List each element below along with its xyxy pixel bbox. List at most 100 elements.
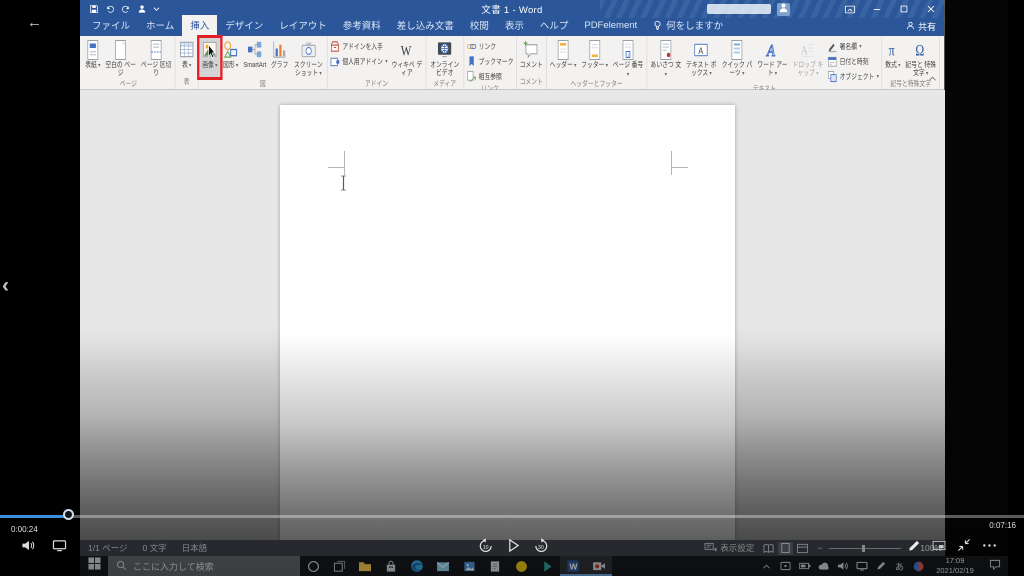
- taskbar-item-app-teal[interactable]: [534, 556, 560, 576]
- player-play-button[interactable]: [507, 538, 520, 553]
- tab-file[interactable]: ファイル: [84, 15, 138, 36]
- tab-review[interactable]: 校閲: [462, 15, 497, 36]
- ribbon-button-online-video[interactable]: オンライン ビデオ: [427, 37, 463, 78]
- ribbon-button-my-add-ins[interactable]: 個人用アドイン ▾: [330, 54, 388, 68]
- qat-save-button[interactable]: [89, 4, 99, 14]
- ribbon-button-pictures[interactable]: 画像 ▾: [197, 34, 223, 81]
- qat-account-button[interactable]: [137, 4, 147, 14]
- ribbon-button-page-break[interactable]: ページ 区切り: [138, 37, 174, 78]
- ribbon-button-footer[interactable]: フッター ▾: [579, 37, 610, 78]
- taskbar-item-recorder[interactable]: [586, 556, 612, 576]
- collapse-ribbon-button[interactable]: [928, 69, 937, 87]
- player-forward-30-button[interactable]: 30: [533, 538, 549, 553]
- ribbon-button-link[interactable]: リンク: [466, 39, 513, 53]
- tray-battery[interactable]: [795, 556, 814, 576]
- page-info[interactable]: 1/1 ページ: [88, 542, 128, 554]
- tray-onedrive[interactable]: [814, 556, 833, 576]
- tray-app-dot[interactable]: [909, 556, 928, 576]
- ribbon-button-equation[interactable]: π 数式 ▾: [883, 37, 903, 78]
- ribbon-button-drop-cap[interactable]: A ドロップ キャップ ▾: [790, 37, 826, 83]
- language-indicator[interactable]: 日本語: [182, 542, 208, 554]
- tab-references[interactable]: 参考資料: [335, 15, 389, 36]
- taskbar-item-mail[interactable]: [430, 556, 456, 576]
- player-pip-button[interactable]: [932, 540, 946, 551]
- player-timeline-knob[interactable]: [63, 509, 74, 520]
- ribbon-button-cross-reference[interactable]: 相互参照: [466, 69, 513, 83]
- share-button[interactable]: 共有: [906, 20, 936, 33]
- taskbar-item-explorer[interactable]: [352, 556, 378, 576]
- word-count[interactable]: 0 文字: [143, 542, 167, 554]
- taskbar-search-input[interactable]: ここに入力して検索: [108, 556, 300, 576]
- ribbon-button-object[interactable]: オブジェクト ▾: [827, 69, 879, 83]
- ribbon-button-greeting-line[interactable]: あいさつ 文 ▾: [648, 37, 684, 83]
- tab-tell-me[interactable]: 何をしますか: [645, 15, 731, 36]
- close-button[interactable]: [917, 0, 944, 18]
- qat-customize-toolbar-button[interactable]: [153, 6, 160, 12]
- player-shrink-button[interactable]: [957, 538, 971, 552]
- start-button[interactable]: [80, 556, 108, 576]
- ribbon-button-screenshot[interactable]: スクリーン ショット ▾: [291, 37, 327, 78]
- ribbon-button-shapes[interactable]: 図形 ▾: [220, 37, 241, 78]
- ribbon-button-page-number[interactable]: 1 ページ 番号 ▾: [610, 37, 646, 78]
- taskbar-item-app-yellow[interactable]: [508, 556, 534, 576]
- tray-tray-app[interactable]: [776, 556, 795, 576]
- taskbar-item-cortana[interactable]: [300, 556, 326, 576]
- tab-view[interactable]: 表示: [497, 15, 532, 36]
- tab-help[interactable]: ヘルプ: [532, 15, 577, 36]
- view-button-print-layout[interactable]: [778, 541, 794, 555]
- tab-home[interactable]: ホーム: [138, 15, 182, 36]
- ribbon-button-chart[interactable]: グラフ: [269, 37, 291, 78]
- tab-layout[interactable]: レイアウト: [271, 15, 335, 36]
- player-screen-share-button[interactable]: [52, 539, 67, 552]
- account-avatar[interactable]: [777, 2, 790, 16]
- ribbon-button-smartart[interactable]: SmartArt: [241, 37, 268, 78]
- player-rewind-10-button[interactable]: 10: [478, 538, 494, 553]
- ribbon-button-get-add-ins[interactable]: アドインを入手: [330, 39, 388, 53]
- qat-redo-button[interactable]: [121, 4, 131, 14]
- ribbon-button-signature-line[interactable]: 署名欄 ▾: [827, 39, 879, 53]
- tab-pdfelement[interactable]: PDFelement: [576, 15, 645, 36]
- action-center-button[interactable]: [982, 556, 1008, 576]
- view-button-read-mode[interactable]: [761, 542, 776, 555]
- taskbar-clock[interactable]: 17:09 2021/02/19: [928, 556, 982, 576]
- ribbon-button-quick-parts[interactable]: クイック パーツ ▾: [719, 37, 755, 83]
- ribbon-button-date-time[interactable]: 日付と時刻: [827, 54, 879, 68]
- display-settings-button[interactable]: 表示設定: [704, 542, 754, 555]
- taskbar-item-photos[interactable]: [456, 556, 482, 576]
- zoom-slider-handle[interactable]: [862, 544, 866, 552]
- view-button-web-layout[interactable]: [795, 542, 810, 555]
- tray-pen[interactable]: [871, 556, 890, 576]
- taskbar-item-task-view[interactable]: [326, 556, 352, 576]
- restore-button[interactable]: [890, 0, 917, 18]
- ribbon-button-blank-page[interactable]: 空白の ページ: [103, 37, 139, 78]
- ribbon-button-wikipedia[interactable]: W ウィキペ ディア: [389, 37, 425, 78]
- player-back-button[interactable]: ←: [27, 14, 42, 31]
- tray-volume[interactable]: [833, 556, 852, 576]
- ribbon-button-comment[interactable]: コメント: [517, 37, 545, 76]
- player-volume-button[interactable]: [21, 539, 36, 552]
- ribbon-button-header[interactable]: ヘッダー ▾: [547, 37, 578, 78]
- ribbon-display-options-button[interactable]: [836, 0, 863, 18]
- taskbar-item-edge[interactable]: [404, 556, 430, 576]
- zoom-slider[interactable]: [829, 544, 902, 552]
- ribbon-button-cover-page[interactable]: 表紙 ▾: [83, 37, 103, 78]
- tab-design[interactable]: デザイン: [217, 15, 271, 36]
- ribbon-button-text-box[interactable]: A テキスト ボックス ▾: [684, 37, 720, 83]
- document-area[interactable]: [80, 90, 945, 540]
- minimize-button[interactable]: [863, 0, 890, 18]
- ribbon-button-table[interactable]: 表 ▾: [176, 37, 197, 76]
- qat-undo-button[interactable]: [105, 4, 115, 14]
- player-timeline[interactable]: [0, 515, 1024, 518]
- player-draw-button[interactable]: [908, 539, 921, 552]
- taskbar-item-store[interactable]: [378, 556, 404, 576]
- zoom-out-button[interactable]: −: [817, 543, 822, 553]
- tray-display[interactable]: [852, 556, 871, 576]
- tab-insert[interactable]: 挿入: [182, 15, 218, 36]
- tray-ime[interactable]: あ: [890, 556, 909, 576]
- player-more-button[interactable]: [982, 543, 997, 548]
- tab-mailings[interactable]: 差し込み文書: [389, 15, 462, 36]
- ribbon-button-bookmark[interactable]: ブックマーク: [466, 54, 513, 68]
- ribbon-button-wordart[interactable]: A ワード アート ▾: [755, 37, 791, 83]
- tray-hidden-icons[interactable]: [757, 556, 776, 576]
- player-previous-button[interactable]: ‹: [2, 274, 9, 298]
